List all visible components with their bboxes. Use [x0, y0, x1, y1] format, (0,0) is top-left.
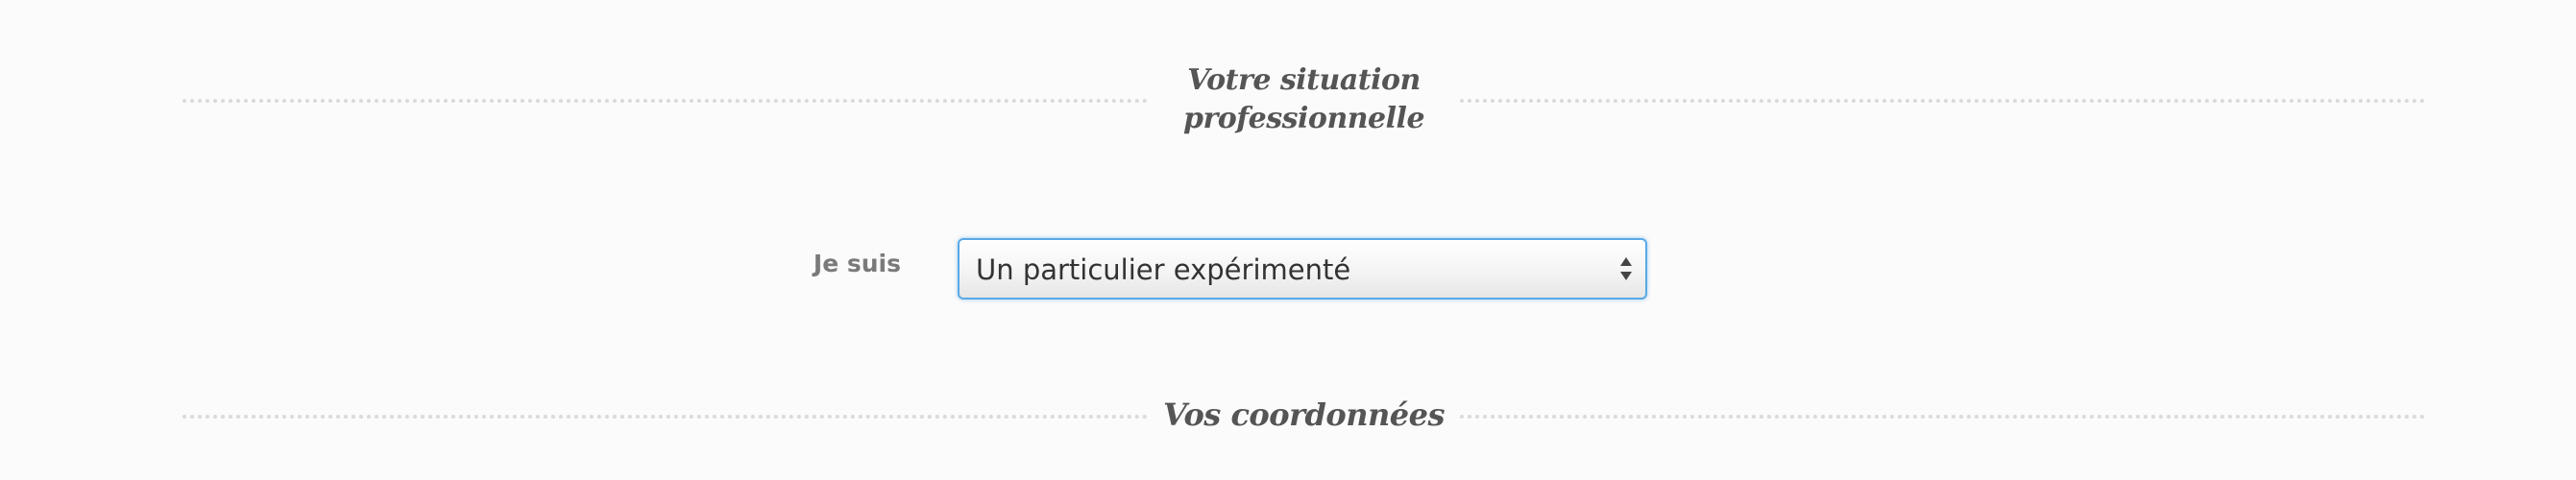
divider-left	[182, 99, 1148, 103]
select-arrows-icon	[1618, 253, 1634, 284]
section-title-line-2: professionnelle	[1182, 102, 1425, 135]
section-title: Vos coordonnées	[1163, 396, 1445, 433]
status-label: Je suis	[813, 250, 901, 277]
divider-right	[1460, 99, 2425, 103]
divider-right	[1460, 415, 2425, 419]
section-title: Votre situation professionnelle	[1148, 61, 1460, 138]
status-form-row: Je suis Un particulier expérimenté	[0, 236, 2576, 305]
form-page: Votre situation professionnelle Je suis …	[0, 0, 2576, 480]
section-title-line-1: Votre situation	[1187, 63, 1421, 97]
divider-left	[182, 415, 1148, 419]
status-select-value: Un particulier expérimenté	[976, 253, 1351, 286]
status-select[interactable]: Un particulier expérimenté	[958, 238, 1647, 300]
